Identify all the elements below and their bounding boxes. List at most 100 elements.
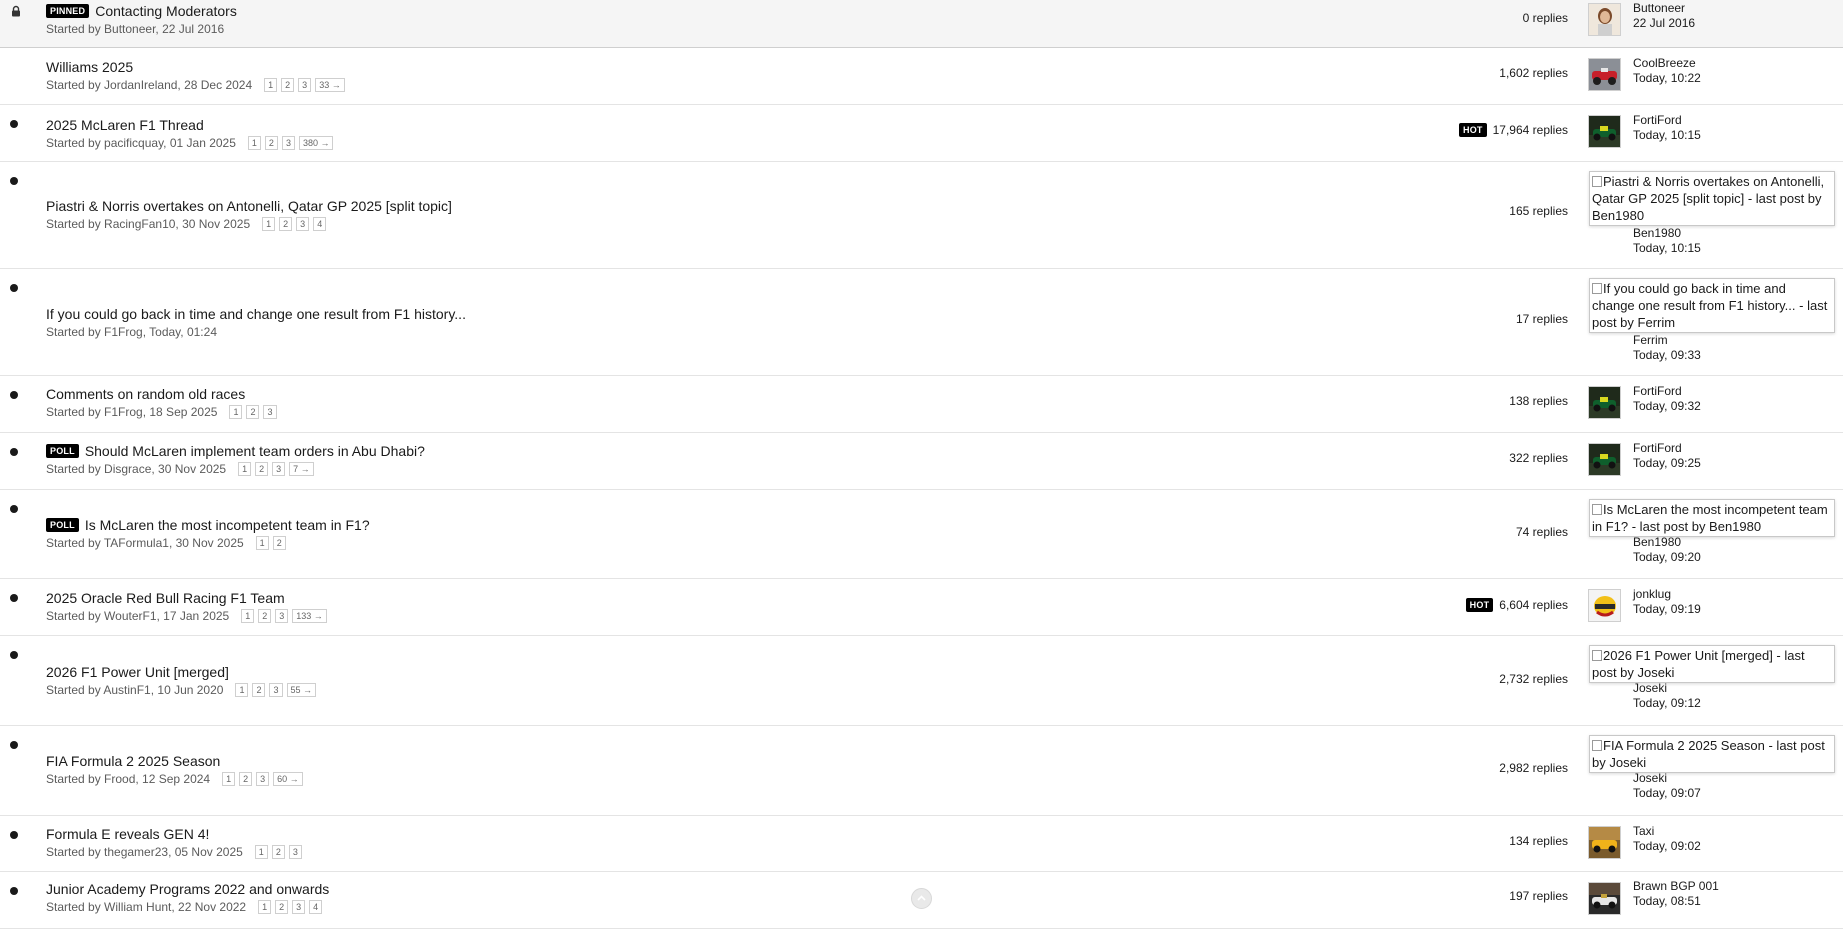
- page-link[interactable]: 1: [264, 78, 278, 92]
- last-poster-avatar-broken[interactable]: If you could go back in time and change …: [1589, 278, 1835, 333]
- last-poster-avatar[interactable]: [1588, 826, 1621, 859]
- last-poster-avatar[interactable]: [1588, 58, 1621, 91]
- page-link[interactable]: 2: [252, 683, 266, 697]
- last-poster-avatar-broken[interactable]: Is McLaren the most incompetent team in …: [1589, 499, 1835, 537]
- last-poster-avatar[interactable]: [1588, 3, 1621, 36]
- topic-row[interactable]: 2025 Oracle Red Bull Racing F1 Team Start…: [0, 579, 1843, 636]
- topic-row[interactable]: PINNED Contacting Moderators Started by Bu…: [0, 0, 1843, 48]
- topic-title-link[interactable]: Should McLaren implement team orders in …: [85, 443, 425, 459]
- page-link[interactable]: 4: [309, 900, 323, 914]
- page-link[interactable]: 1: [247, 136, 261, 150]
- topic-row[interactable]: 2025 McLaren F1 Thread Started by pacific…: [0, 105, 1843, 162]
- topic-title-link[interactable]: 2026 F1 Power Unit [merged]: [46, 664, 229, 680]
- last-poster-avatar-broken[interactable]: FIA Formula 2 2025 Season - last post by…: [1589, 735, 1835, 773]
- last-poster-avatar[interactable]: [1588, 115, 1621, 148]
- page-link[interactable]: 60 →: [273, 772, 303, 786]
- last-poster-name[interactable]: Taxi: [1633, 824, 1701, 839]
- last-poster-name[interactable]: Ben1980: [1633, 535, 1701, 550]
- last-post-time[interactable]: Today, 09:07: [1633, 786, 1701, 801]
- page-link[interactable]: 2: [239, 772, 253, 786]
- last-post-time[interactable]: Today, 10:15: [1633, 241, 1701, 256]
- page-link[interactable]: 380 →: [298, 136, 334, 150]
- last-post-time[interactable]: Today, 09:25: [1633, 456, 1701, 471]
- page-link[interactable]: 1: [258, 900, 272, 914]
- topic-row[interactable]: 2026 F1 Power Unit [merged] Started by Au…: [0, 636, 1843, 726]
- page-link[interactable]: 133 →: [292, 609, 327, 623]
- last-poster-name[interactable]: Buttoneer: [1633, 1, 1695, 16]
- unread-dot-icon[interactable]: [10, 120, 18, 128]
- last-poster-avatar-broken[interactable]: 2026 F1 Power Unit [merged] - last post …: [1589, 645, 1835, 683]
- page-link[interactable]: 3: [296, 217, 310, 231]
- page-link[interactable]: 2: [281, 78, 295, 92]
- last-post-time[interactable]: Today, 09:32: [1633, 399, 1701, 414]
- unread-dot-icon[interactable]: [10, 651, 18, 659]
- topic-row[interactable]: POLL Is McLaren the most incompetent team…: [0, 490, 1843, 579]
- last-post-time[interactable]: Today, 09:20: [1633, 550, 1701, 565]
- page-link[interactable]: 3: [288, 845, 302, 859]
- page-link[interactable]: 3: [263, 405, 277, 419]
- topic-title-link[interactable]: Junior Academy Programs 2022 and onwards: [46, 881, 329, 897]
- topic-title-link[interactable]: Formula E reveals GEN 4!: [46, 826, 209, 842]
- page-link[interactable]: 55 →: [286, 683, 317, 697]
- last-post-time[interactable]: 22 Jul 2016: [1633, 16, 1695, 31]
- unread-dot-icon[interactable]: [10, 594, 18, 602]
- last-poster-avatar[interactable]: [1588, 589, 1621, 622]
- topic-title-link[interactable]: If you could go back in time and change …: [46, 306, 466, 322]
- last-post-time[interactable]: Today, 08:51: [1633, 894, 1719, 909]
- last-poster-avatar[interactable]: [1588, 882, 1621, 915]
- topic-title-link[interactable]: 2025 McLaren F1 Thread: [46, 117, 204, 133]
- page-link[interactable]: 2: [272, 536, 286, 550]
- topic-row[interactable]: Formula E reveals GEN 4! Started by thega…: [0, 816, 1843, 872]
- page-link[interactable]: 1: [262, 217, 276, 231]
- unread-dot-icon[interactable]: [10, 177, 18, 185]
- topic-row[interactable]: Williams 2025 Started by JordanIreland, 2…: [0, 48, 1843, 105]
- page-link[interactable]: 1: [254, 845, 268, 859]
- page-link[interactable]: 1: [255, 536, 269, 550]
- last-poster-name[interactable]: CoolBreeze: [1633, 56, 1701, 71]
- page-link[interactable]: 1: [229, 405, 243, 419]
- page-link[interactable]: 2: [255, 462, 269, 476]
- page-link[interactable]: 4: [313, 217, 327, 231]
- last-poster-name[interactable]: FortiFord: [1633, 441, 1701, 456]
- page-link[interactable]: 2: [275, 900, 289, 914]
- last-post-time[interactable]: Today, 10:22: [1633, 71, 1701, 86]
- topic-title-link[interactable]: FIA Formula 2 2025 Season: [46, 753, 220, 769]
- topic-title-link[interactable]: 2025 Oracle Red Bull Racing F1 Team: [46, 590, 285, 606]
- page-link[interactable]: 7 →: [289, 462, 314, 476]
- topic-row[interactable]: FIA Formula 2 2025 Season Started by Froo…: [0, 726, 1843, 816]
- page-link[interactable]: 1: [235, 683, 249, 697]
- scroll-to-top-button[interactable]: [911, 888, 932, 909]
- last-poster-name[interactable]: FortiFord: [1633, 113, 1701, 128]
- last-poster-avatar[interactable]: [1588, 443, 1621, 476]
- last-poster-name[interactable]: Joseki: [1633, 771, 1701, 786]
- page-link[interactable]: 3: [281, 136, 295, 150]
- unread-dot-icon[interactable]: [10, 741, 18, 749]
- last-post-time[interactable]: Today, 09:02: [1633, 839, 1701, 854]
- last-post-time[interactable]: Today, 09:33: [1633, 348, 1701, 363]
- page-link[interactable]: 2: [258, 609, 272, 623]
- last-poster-name[interactable]: FortiFord: [1633, 384, 1701, 399]
- page-link[interactable]: 3: [256, 772, 270, 786]
- page-link[interactable]: 1: [222, 772, 236, 786]
- page-link[interactable]: 1: [241, 609, 255, 623]
- unread-dot-icon[interactable]: [10, 831, 18, 839]
- topic-title-link[interactable]: Piastri & Norris overtakes on Antonelli,…: [46, 198, 452, 214]
- last-post-time[interactable]: Today, 09:12: [1633, 696, 1701, 711]
- page-link[interactable]: 3: [292, 900, 306, 914]
- topic-title-link[interactable]: Contacting Moderators: [95, 3, 237, 19]
- page-link[interactable]: 2: [264, 136, 278, 150]
- topic-title-link[interactable]: Williams 2025: [46, 59, 133, 75]
- topic-row[interactable]: If you could go back in time and change …: [0, 269, 1843, 376]
- last-post-time[interactable]: Today, 10:15: [1633, 128, 1701, 143]
- unread-dot-icon[interactable]: [10, 391, 18, 399]
- topic-row[interactable]: Comments on random old races Started by F…: [0, 376, 1843, 433]
- topic-title-link[interactable]: Comments on random old races: [46, 386, 245, 402]
- page-link[interactable]: 2: [271, 845, 285, 859]
- last-poster-name[interactable]: Ferrim: [1633, 333, 1701, 348]
- unread-dot-icon[interactable]: [10, 448, 18, 456]
- page-link[interactable]: 2: [246, 405, 260, 419]
- last-poster-avatar-broken[interactable]: Piastri & Norris overtakes on Antonelli,…: [1589, 171, 1835, 226]
- last-poster-avatar[interactable]: [1588, 386, 1621, 419]
- unread-dot-icon[interactable]: [10, 505, 18, 513]
- last-post-time[interactable]: Today, 09:19: [1633, 602, 1701, 617]
